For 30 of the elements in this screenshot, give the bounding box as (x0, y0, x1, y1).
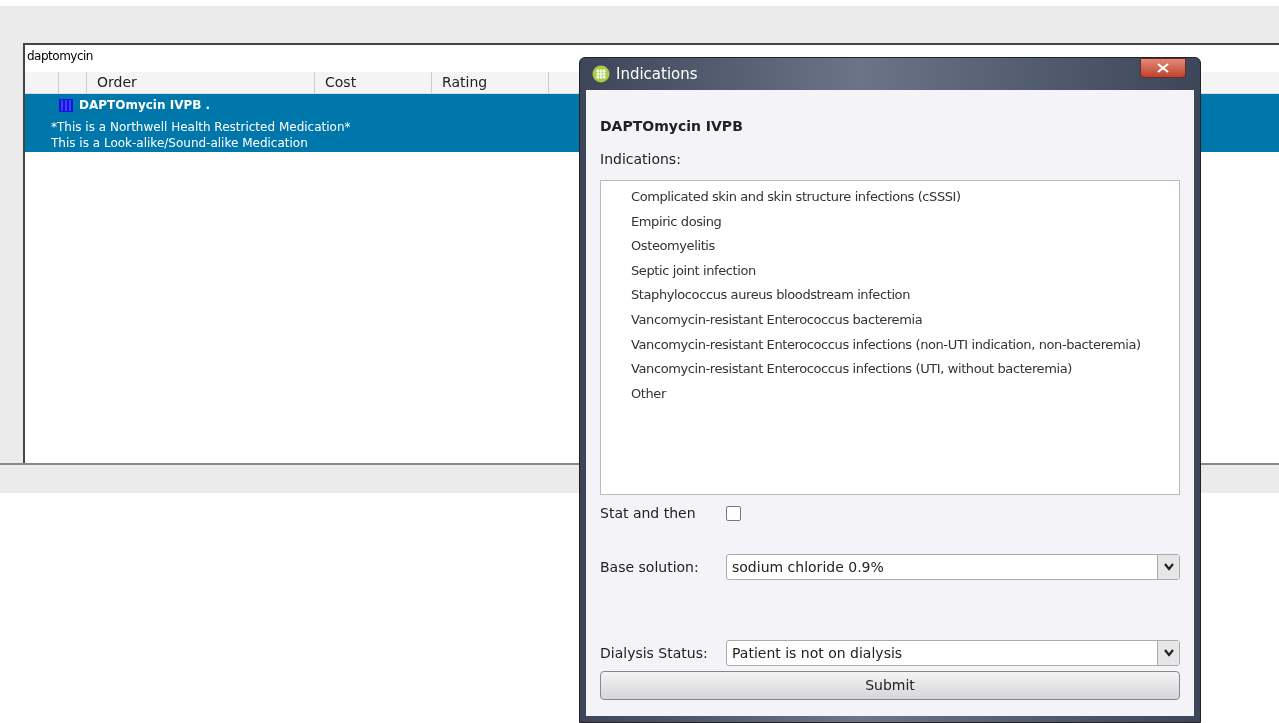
field-label: Dialysis Status: (600, 643, 709, 663)
field-label: Stat and then (600, 504, 697, 523)
indication-item[interactable]: Septic joint infection (631, 260, 756, 286)
indications-label: Indications: (600, 150, 682, 169)
dropdown[interactable]: sodium chloride 0.9% (726, 554, 1180, 580)
column-header[interactable]: Order (87, 72, 315, 93)
column-header[interactable]: Cost (315, 72, 432, 93)
indication-item[interactable]: Complicated skin and skin structure infections (cSSSI) (631, 187, 961, 212)
close-button[interactable] (1140, 58, 1186, 78)
indication-item[interactable]: Vancomycin-resistant Enterococcus infections (non-UTI indication, non-bacteremia) (631, 334, 1141, 360)
dropdown[interactable]: Patient is not on dialysis (726, 640, 1180, 666)
checkbox[interactable] (726, 506, 741, 521)
close-icon (1157, 63, 1169, 73)
indication-item[interactable]: Other (631, 383, 666, 409)
indication-item[interactable]: Staphylococcus aureus bloodstream infection (631, 285, 910, 310)
column-header[interactable]: Rating (432, 72, 549, 93)
indication-item[interactable]: Empiric dosing (631, 211, 722, 237)
order-name: DAPTOmycin IVPB . (79, 97, 211, 114)
indication-item[interactable]: Vancomycin-resistant Enterococcus bacteremia (631, 309, 923, 335)
indication-item[interactable]: Osteomyelitis (631, 236, 715, 261)
order-note: This is a Look-alike/Sound-alike Medication (51, 135, 308, 151)
caret-icon (1163, 563, 1174, 571)
indication-item[interactable]: Vancomycin-resistant Enterococcus infections (UTI, without bacteremia) (631, 359, 1072, 384)
drug-name: DAPTOmycin IVPB (600, 117, 744, 136)
caret-icon (1163, 649, 1174, 657)
order-note: *This is a Northwell Health Restricted Medication* (51, 119, 351, 135)
grid-icon (59, 98, 73, 112)
app-icon (592, 65, 610, 83)
submit-button[interactable]: Submit (600, 671, 1180, 700)
field-label: Base solution: (600, 557, 700, 577)
